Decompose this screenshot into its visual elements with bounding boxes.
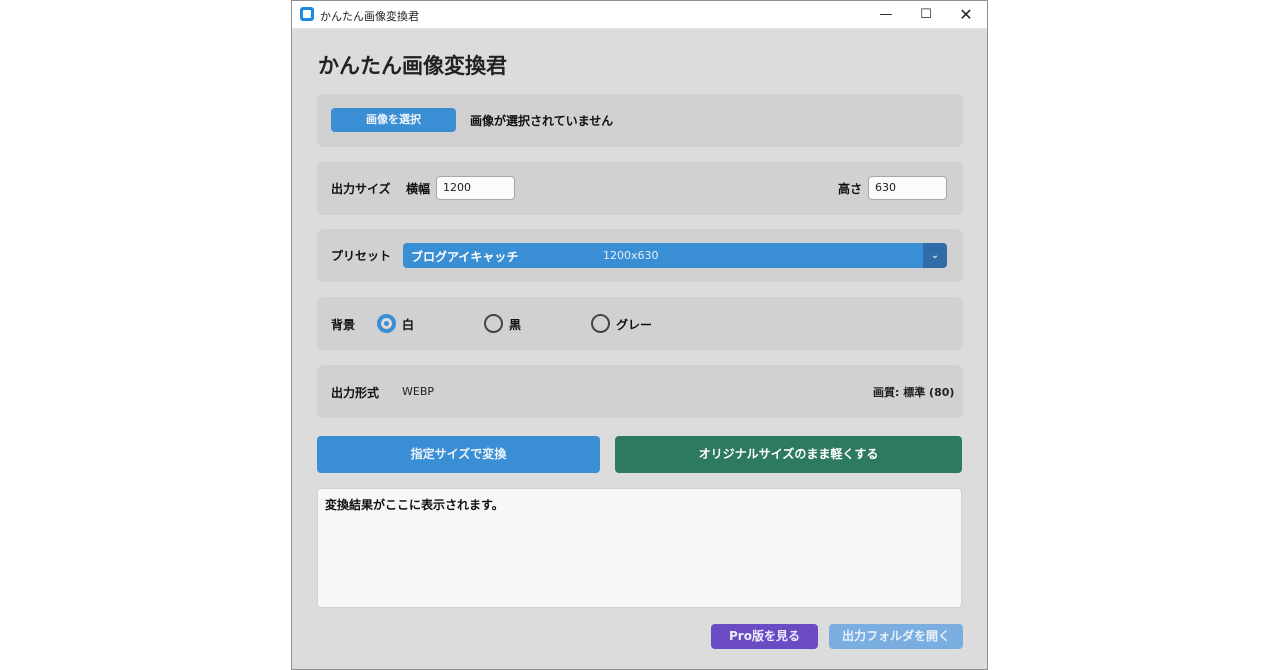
radio-gray[interactable] [591, 314, 610, 333]
minimize-button[interactable]: — [866, 1, 906, 29]
radio-white[interactable] [377, 314, 396, 333]
background-label: 背景 [331, 318, 356, 332]
height-input[interactable]: 630 [868, 176, 947, 200]
pro-version-button[interactable]: Pro版を見る [711, 624, 818, 649]
select-image-button[interactable]: 画像を選択 [331, 108, 456, 132]
height-label: 高さ [838, 182, 863, 196]
output-format-value: WEBP [402, 385, 435, 398]
background-panel: 背景 白 黒 グレー [317, 297, 963, 350]
maximize-button[interactable]: ☐ [906, 1, 946, 29]
chevron-down-icon[interactable]: ⌄ [923, 243, 947, 268]
title-bar[interactable]: かんたん画像変換君 — ☐ ✕ [292, 1, 987, 29]
app-window: かんたん画像変換君 — ☐ ✕ かんたん画像変換君 画像を選択 画像が選択されて… [291, 0, 988, 670]
radio-black-label: 黒 [509, 318, 522, 332]
preset-dropdown[interactable]: ブログアイキャッチ 1200x630 ⌄ [403, 243, 947, 268]
result-box[interactable]: 変換結果がここに表示されます。 [317, 488, 962, 608]
output-format-panel: 出力形式 WEBP 画質: 標準 (80) [317, 365, 963, 418]
width-label: 横幅 [406, 182, 431, 196]
file-select-panel: 画像を選択 画像が選択されていません [317, 94, 963, 147]
app-heading: かんたん画像変換君 [318, 54, 507, 78]
output-format-label: 出力形式 [331, 386, 380, 400]
preset-selected-name: ブログアイキャッチ [411, 250, 519, 264]
output-size-panel: 出力サイズ 横幅 1200 高さ 630 [317, 162, 963, 215]
output-size-label: 出力サイズ [331, 182, 391, 196]
radio-white-label: 白 [402, 318, 415, 332]
quality-label: 画質: 標準 (80) [873, 386, 955, 399]
app-icon [300, 7, 314, 21]
compress-original-button[interactable]: オリジナルサイズのまま軽くする [615, 436, 962, 473]
convert-button[interactable]: 指定サイズで変換 [317, 436, 600, 473]
preset-label: プリセット [331, 249, 392, 263]
result-text: 変換結果がここに表示されます。 [325, 498, 504, 512]
width-input[interactable]: 1200 [436, 176, 515, 200]
radio-black[interactable] [484, 314, 503, 333]
open-output-folder-button[interactable]: 出力フォルダを開く [829, 624, 963, 649]
preset-panel: プリセット ブログアイキャッチ 1200x630 ⌄ [317, 229, 963, 282]
file-status-text: 画像が選択されていません [470, 114, 614, 128]
radio-gray-label: グレー [616, 318, 653, 332]
window-title: かんたん画像変換君 [320, 10, 419, 23]
preset-selected-size: 1200x630 [603, 249, 659, 262]
close-button[interactable]: ✕ [946, 1, 986, 29]
